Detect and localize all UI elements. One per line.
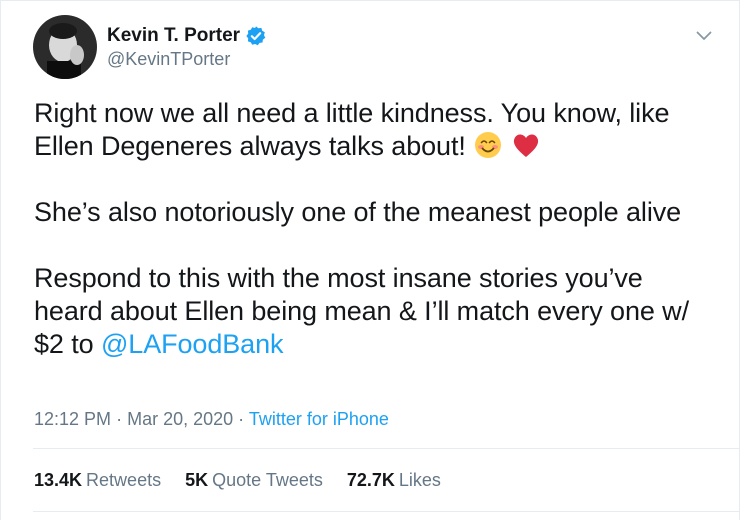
smiling-face-icon <box>473 130 503 160</box>
tweet-line: heard about Ellen being mean & I’ll matc… <box>34 296 689 326</box>
tweet-card: Kevin T. Porter @KevinTPorter Right now … <box>0 0 740 520</box>
avatar[interactable] <box>33 15 97 79</box>
tweet-source-link[interactable]: Twitter for iPhone <box>249 409 389 429</box>
tweet-line-text: $2 to <box>34 329 94 359</box>
quote-tweets-stat[interactable]: 5K Quote Tweets <box>185 470 323 491</box>
meta-separator: · <box>238 409 245 429</box>
tweet-line-with-mention: $2 to @LAFoodBank <box>34 328 714 361</box>
divider <box>33 511 739 512</box>
tweet-line: Right now we all need a little kindness.… <box>34 98 670 128</box>
tweet-line: She’s also notoriously one of the meanes… <box>34 197 682 227</box>
likes-count: 72.7K <box>346 470 395 490</box>
chevron-down-icon[interactable] <box>693 25 715 47</box>
quote-tweets-count: 5K <box>185 470 209 490</box>
retweets-label: Retweets <box>86 470 162 490</box>
retweets-count: 13.4K <box>34 470 83 490</box>
tweet-header: Kevin T. Porter @KevinTPorter <box>33 15 267 79</box>
engagement-stats: 13.4K Retweets 5K Quote Tweets 72.7K Likes <box>34 470 441 491</box>
tweet-line: Respond to this with the most insane sto… <box>34 263 643 293</box>
tweet-line-text: Ellen Degeneres always talks about! <box>34 131 466 161</box>
quote-tweets-label: Quote Tweets <box>212 470 323 490</box>
display-name[interactable]: Kevin T. Porter <box>107 25 240 47</box>
meta-separator: · <box>116 409 123 429</box>
retweets-stat[interactable]: 13.4K Retweets <box>34 470 161 491</box>
user-block: Kevin T. Porter @KevinTPorter <box>107 25 267 70</box>
divider <box>33 448 739 449</box>
verified-badge-icon <box>245 25 267 47</box>
tweet-line-with-emoji: Ellen Degeneres always talks about! <box>34 130 714 163</box>
tweet-time[interactable]: 12:12 PM <box>34 409 111 429</box>
mention-link[interactable]: @LAFoodBank <box>101 329 284 359</box>
tweet-date[interactable]: Mar 20, 2020 <box>127 409 233 429</box>
tweet-text: Right now we all need a little kindness.… <box>34 97 714 361</box>
likes-stat[interactable]: 72.7K Likes <box>347 470 441 491</box>
red-heart-icon <box>511 130 541 160</box>
name-row: Kevin T. Porter <box>107 25 267 47</box>
tweet-meta: 12:12 PM · Mar 20, 2020 · Twitter for iP… <box>34 409 389 430</box>
handle[interactable]: @KevinTPorter <box>107 49 267 70</box>
likes-label: Likes <box>398 470 441 490</box>
